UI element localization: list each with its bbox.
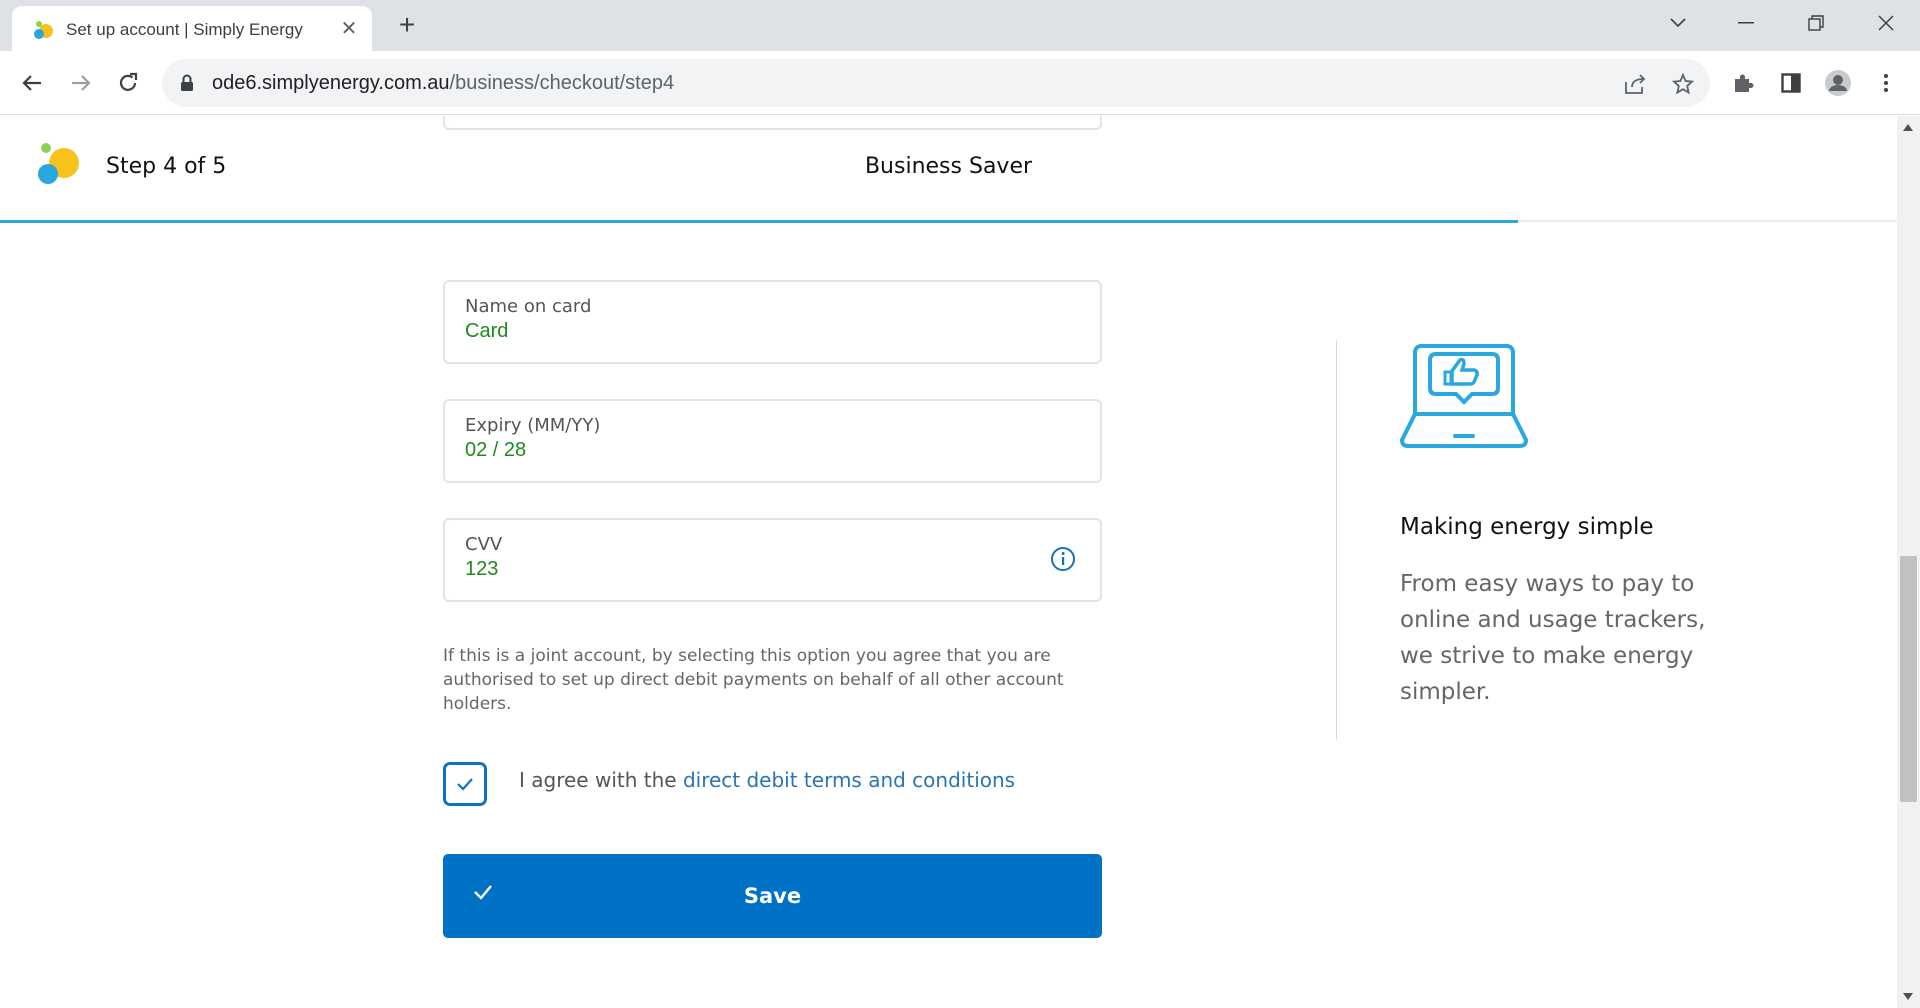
browser-tab-bar: Set up account | Simply Energy ✕ + — [0, 0, 1920, 51]
direct-debit-terms-link[interactable]: direct debit terms and conditions — [683, 768, 1015, 792]
page-content: Step 4 of 5 Business Saver Name on card … — [0, 116, 1897, 1008]
promo-title: Making energy simple — [1400, 514, 1654, 540]
tab-search-chevron-icon[interactable] — [1658, 8, 1698, 38]
promo-text: From easy ways to pay to online and usag… — [1400, 571, 1706, 705]
browser-toolbar: ode6.simplyenergy.com.au/business/checko… — [0, 51, 1920, 115]
save-button[interactable]: Save — [443, 854, 1102, 938]
expiry-field[interactable]: Expiry (MM/YY) 02 / 28 — [443, 399, 1102, 483]
name-on-card-label: Name on card — [465, 296, 592, 317]
checkout-header: Step 4 of 5 Business Saver — [0, 116, 1897, 222]
plan-title: Business Saver — [864, 154, 1033, 179]
tab-title: Set up account | Simply Energy — [66, 20, 303, 39]
name-on-card-field[interactable]: Name on card Card — [443, 280, 1102, 364]
back-arrow-icon[interactable] — [16, 67, 48, 99]
restore-icon[interactable] — [1796, 8, 1836, 38]
cvv-field[interactable]: CVV 123 — [443, 518, 1102, 602]
new-tab-icon[interactable]: + — [392, 11, 422, 41]
close-window-icon[interactable] — [1866, 8, 1906, 38]
agree-terms-label: I agree with the direct debit terms and … — [519, 768, 1016, 792]
laptop-thumbs-up-icon — [1399, 344, 1529, 448]
share-icon[interactable] — [1622, 71, 1648, 97]
side-panel-icon[interactable] — [1775, 67, 1807, 99]
close-tab-icon[interactable]: ✕ — [338, 18, 360, 40]
url-text[interactable]: ode6.simplyenergy.com.au/business/checko… — [212, 72, 674, 95]
checkout-progress-bar — [0, 220, 1518, 223]
cvv-value[interactable]: 123 — [465, 558, 498, 581]
joint-account-disclaimer: If this is a joint account, by selecting… — [443, 646, 1064, 714]
save-button-label: Save — [743, 884, 802, 908]
forward-arrow-icon[interactable] — [65, 67, 97, 99]
reload-icon[interactable] — [112, 67, 144, 99]
page-scrollbar[interactable] — [1897, 116, 1920, 1008]
agree-terms-checkbox[interactable] — [443, 762, 487, 806]
extensions-puzzle-icon[interactable] — [1727, 67, 1759, 99]
minimize-icon[interactable] — [1726, 8, 1766, 38]
lock-icon[interactable] — [180, 74, 194, 92]
scrollbar-thumb[interactable] — [1900, 556, 1917, 802]
content-divider — [1336, 340, 1337, 740]
checkmark-icon — [474, 885, 492, 900]
card-number-field[interactable] — [443, 116, 1102, 130]
info-icon[interactable] — [1050, 546, 1076, 572]
expiry-label: Expiry (MM/YY) — [465, 415, 601, 436]
scroll-down-icon[interactable] — [1903, 993, 1913, 1000]
expiry-value[interactable]: 02 / 28 — [465, 439, 526, 462]
site-favicon-icon — [34, 21, 53, 39]
bookmark-star-icon[interactable] — [1670, 71, 1696, 97]
cvv-label: CVV — [465, 534, 503, 555]
browser-menu-icon[interactable] — [1870, 67, 1902, 99]
address-bar[interactable]: ode6.simplyenergy.com.au/business/checko… — [162, 59, 1710, 107]
profile-avatar-icon[interactable] — [1822, 67, 1854, 99]
browser-tab[interactable]: Set up account | Simply Energy ✕ — [12, 6, 372, 51]
name-on-card-value[interactable]: Card — [465, 320, 508, 343]
scroll-up-icon[interactable] — [1903, 124, 1913, 131]
checkmark-icon — [457, 778, 473, 791]
